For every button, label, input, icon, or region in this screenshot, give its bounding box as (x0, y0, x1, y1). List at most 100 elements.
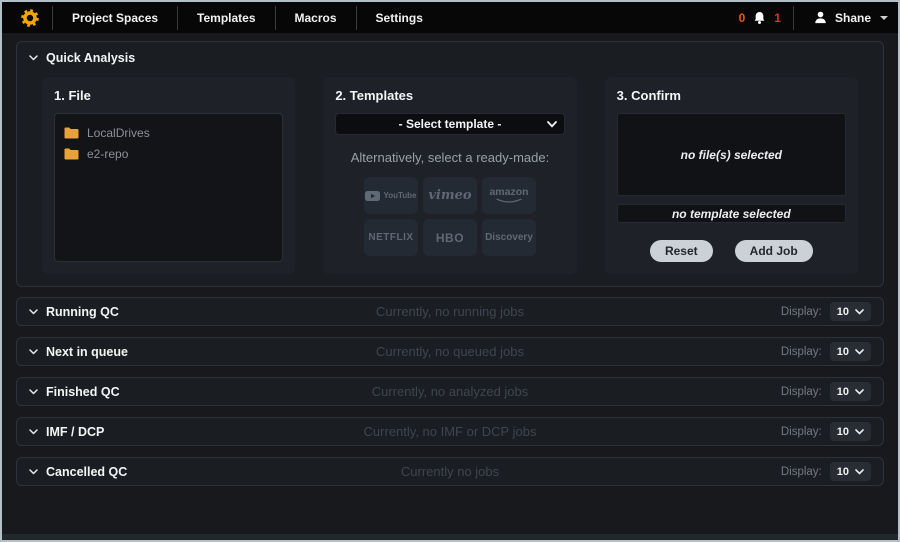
chevron-down-icon (29, 469, 38, 475)
brand-button-hbo[interactable]: HBO (423, 219, 477, 256)
user-menu[interactable]: Shane (801, 10, 888, 25)
gear-icon (20, 8, 40, 28)
display-count-select[interactable]: 10 (830, 342, 871, 361)
selected-template-box: no template selected (617, 204, 846, 223)
display-count-select[interactable]: 10 (830, 302, 871, 321)
main-content: Quick Analysis 1. File LocalDrives (2, 33, 898, 534)
section-title: Cancelled QC (46, 465, 127, 479)
display-value: 10 (837, 466, 849, 478)
nav-divider (793, 6, 794, 30)
display-count-select[interactable]: 10 (830, 422, 871, 441)
reset-button[interactable]: Reset (650, 240, 713, 262)
nav-item-project-spaces[interactable]: Project Spaces (53, 2, 177, 33)
display-count-select[interactable]: 10 (830, 382, 871, 401)
display-value: 10 (837, 426, 849, 438)
templates-panel: 2. Templates - Select template - Alterna… (323, 77, 576, 274)
section-row-next-in-queue: Next in queue Currently, no queued jobs … (16, 337, 884, 366)
running-qc-header[interactable]: Running QC (29, 305, 119, 319)
user-icon (813, 10, 828, 25)
display-value: 10 (837, 346, 849, 358)
brand-label: YouTube (383, 191, 416, 200)
display-count-select[interactable]: 10 (830, 462, 871, 481)
display-label: Display: (781, 466, 822, 478)
warning-count: 0 (739, 11, 746, 25)
chevron-down-icon (880, 16, 888, 20)
template-select-value: - Select template - (399, 117, 502, 131)
youtube-play-icon (365, 191, 380, 201)
chevron-down-icon (855, 309, 864, 315)
section-title: Finished QC (46, 385, 120, 399)
bottom-scroll-strip (2, 534, 898, 540)
file-panel-title: 1. File (54, 88, 283, 103)
empty-state-text: Currently, no IMF or DCP jobs (17, 424, 883, 439)
display-value: 10 (837, 386, 849, 398)
selected-files-box: no file(s) selected (617, 113, 846, 196)
brand-button-discovery[interactable]: Discovery (482, 219, 536, 256)
chevron-down-icon (29, 55, 38, 61)
section-row-imf-dcp: IMF / DCP Currently, no IMF or DCP jobs … (16, 417, 884, 446)
ready-made-label: Alternatively, select a ready-made: (335, 150, 564, 165)
brand-button-amazon[interactable]: amazon (482, 177, 536, 214)
brand-button-youtube[interactable]: YouTube (364, 177, 418, 214)
nav-item-templates[interactable]: Templates (178, 2, 274, 33)
brand-label: amazon (489, 187, 528, 198)
template-select[interactable]: - Select template - (335, 113, 564, 135)
section-title: Next in queue (46, 345, 128, 359)
tree-item-localdrives[interactable]: LocalDrives (64, 122, 273, 143)
section-row-cancelled-qc: Cancelled QC Currently no jobs Display: … (16, 457, 884, 486)
display-value: 10 (837, 306, 849, 318)
section-row-finished-qc: Finished QC Currently, no analyzed jobs … (16, 377, 884, 406)
amazon-smile-icon (495, 198, 523, 204)
brand-button-netflix[interactable]: NETFLIX (364, 219, 418, 256)
brand-label: Discovery (485, 232, 533, 243)
chevron-down-icon (29, 309, 38, 315)
next-in-queue-header[interactable]: Next in queue (29, 345, 128, 359)
section-row-running-qc: Running QC Currently, no running jobs Di… (16, 297, 884, 326)
chevron-down-icon (29, 349, 38, 355)
brand-label: NETFLIX (368, 232, 413, 243)
app-logo[interactable] (12, 8, 52, 28)
chevron-down-icon (29, 389, 38, 395)
chevron-down-icon (29, 429, 38, 435)
user-name: Shane (835, 11, 871, 25)
folder-label: e2-repo (87, 147, 128, 161)
tree-item-e2-repo[interactable]: e2-repo (64, 143, 273, 164)
folder-label: LocalDrives (87, 126, 150, 140)
file-tree[interactable]: LocalDrives e2-repo (54, 113, 283, 262)
folder-icon (64, 127, 79, 139)
finished-qc-header[interactable]: Finished QC (29, 385, 120, 399)
no-template-text: no template selected (672, 207, 791, 221)
bell-icon[interactable] (752, 10, 767, 26)
chevron-down-icon (855, 389, 864, 395)
top-navbar: Project Spaces Templates Macros Settings… (2, 2, 898, 33)
brand-button-vimeo[interactable]: vimeo (423, 177, 477, 214)
alert-count: 1 (774, 11, 781, 25)
folder-icon (64, 148, 79, 160)
brand-grid: YouTube vimeo amazon NETFLIX (335, 177, 564, 256)
empty-state-text: Currently, no queued jobs (17, 344, 883, 359)
quick-analysis-section: Quick Analysis 1. File LocalDrives (16, 41, 884, 287)
quick-analysis-header[interactable]: Quick Analysis (29, 51, 871, 65)
section-title: IMF / DCP (46, 425, 104, 439)
empty-state-text: Currently, no running jobs (17, 304, 883, 319)
nav-item-settings[interactable]: Settings (357, 2, 442, 33)
display-label: Display: (781, 386, 822, 398)
section-title: Quick Analysis (46, 51, 135, 65)
chevron-down-icon (855, 349, 864, 355)
imf-dcp-header[interactable]: IMF / DCP (29, 425, 104, 439)
confirm-panel: 3. Confirm no file(s) selected no templa… (605, 77, 858, 274)
chevron-down-icon (855, 469, 864, 475)
empty-state-text: Currently no jobs (17, 464, 883, 479)
cancelled-qc-header[interactable]: Cancelled QC (29, 465, 127, 479)
templates-panel-title: 2. Templates (335, 88, 564, 103)
display-label: Display: (781, 306, 822, 318)
section-title: Running QC (46, 305, 119, 319)
brand-label: HBO (436, 231, 464, 245)
display-label: Display: (781, 346, 822, 358)
brand-label: vimeo (428, 188, 471, 203)
no-files-text: no file(s) selected (681, 148, 782, 162)
confirm-panel-title: 3. Confirm (617, 88, 846, 103)
nav-item-macros[interactable]: Macros (276, 2, 356, 33)
chevron-down-icon (855, 429, 864, 435)
add-job-button[interactable]: Add Job (735, 240, 813, 262)
